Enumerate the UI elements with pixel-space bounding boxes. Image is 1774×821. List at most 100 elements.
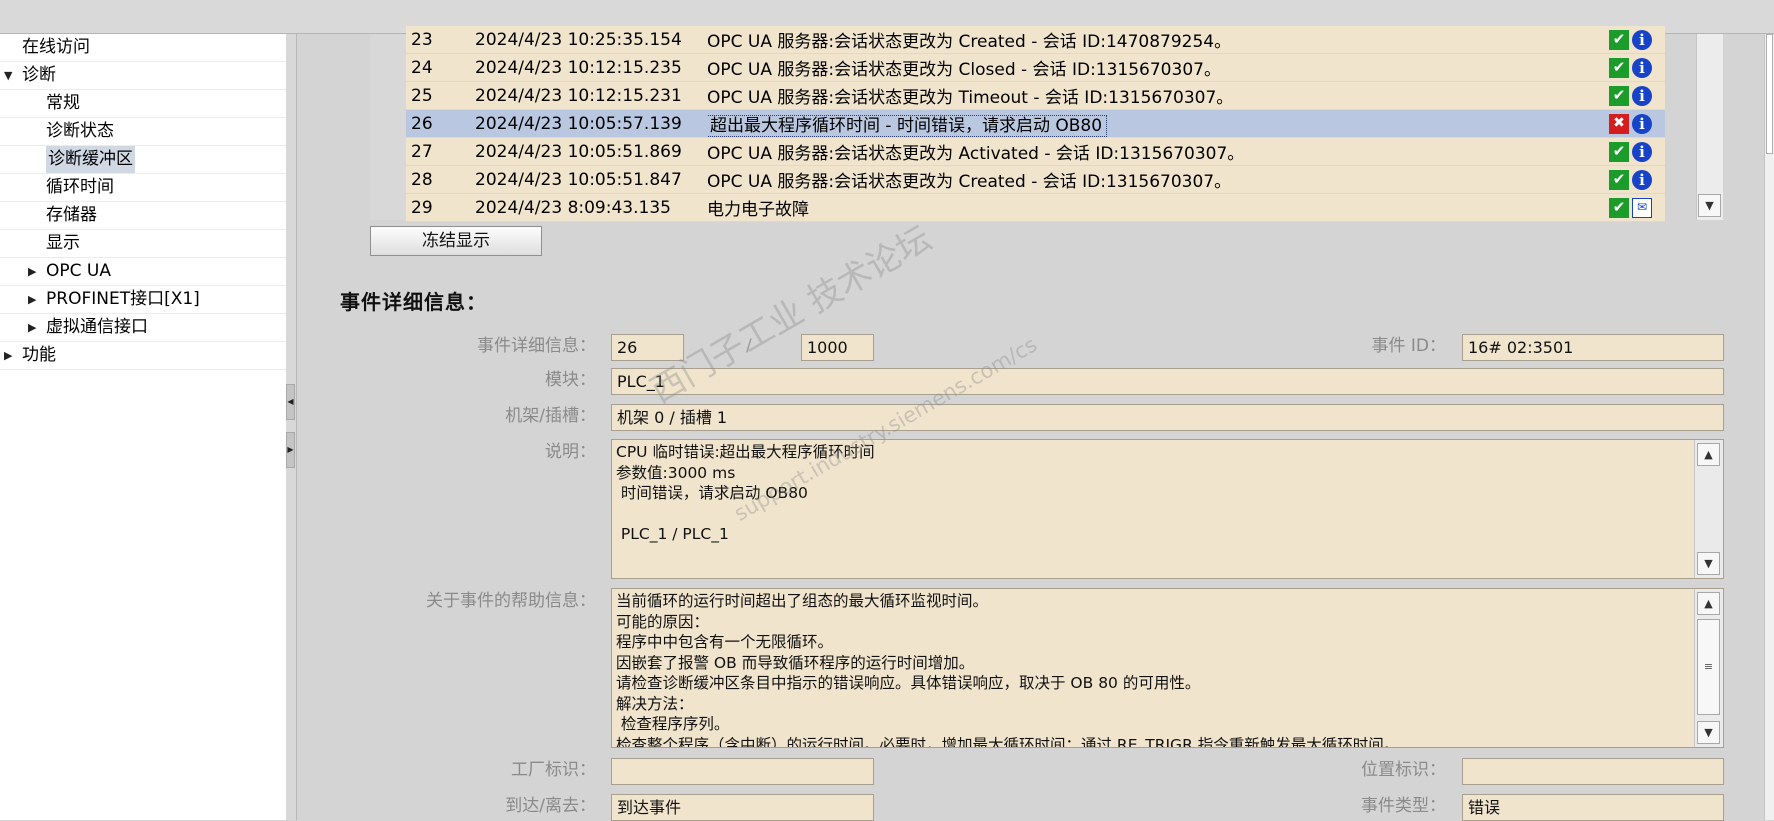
event-number-text: 23 bbox=[411, 29, 433, 50]
expand-arrow-icon[interactable]: ▶ bbox=[4, 342, 12, 369]
expand-right-icon[interactable]: ▶ bbox=[286, 432, 295, 468]
event-text: OPC UA 服务器:会话状态更改为 Closed - 会话 ID:131567… bbox=[707, 53, 1609, 82]
info-icon: i bbox=[1632, 169, 1652, 190]
nav-item[interactable]: 诊断缓冲区 bbox=[0, 146, 286, 174]
event-timestamp: 2024/4/23 10:12:15.231 bbox=[475, 81, 707, 110]
event-table: 23 2024/4/23 10:25:35.154 OPC UA 服务器:会话状态更… bbox=[406, 26, 1665, 222]
check-icon: ✔ bbox=[1609, 141, 1629, 162]
scroll-down-button[interactable]: ▼ bbox=[1697, 552, 1720, 575]
event-row[interactable]: 25 2024/4/23 10:12:15.231 OPC UA 服务器:会话状态更… bbox=[406, 81, 1665, 110]
nav-item-label: 显示 bbox=[46, 233, 80, 253]
scroll-down-button[interactable]: ▼ bbox=[1697, 721, 1720, 744]
event-text: OPC UA 服务器:会话状态更改为 Activated - 会话 ID:131… bbox=[707, 137, 1609, 166]
help-line: 请检查诊断缓冲区条目中指示的错误响应。具体错误响应，取决于 OB 80 的可用性… bbox=[616, 674, 1201, 692]
scroll-up-button[interactable]: ▲ bbox=[1697, 592, 1720, 615]
info-icon: i bbox=[1632, 113, 1652, 134]
expand-arrow-icon[interactable]: ▶ bbox=[28, 286, 36, 313]
scroll-up-button[interactable]: ▲ bbox=[1697, 443, 1720, 466]
location-id-field[interactable] bbox=[1462, 758, 1724, 785]
check-icon: ✔ bbox=[1609, 169, 1629, 190]
description-line bbox=[616, 504, 1693, 525]
event-row[interactable]: 23 2024/4/23 10:25:35.154 OPC UA 服务器:会话状态更… bbox=[406, 26, 1665, 54]
info-icon: i bbox=[1632, 29, 1652, 50]
plant-id-field[interactable] bbox=[611, 758, 874, 785]
event-text-text: OPC UA 服务器:会话状态更改为 Activated - 会话 ID:131… bbox=[707, 144, 1245, 164]
arrival-label: 到达/离去： bbox=[505, 796, 596, 816]
check-icon: ✔ bbox=[1609, 57, 1629, 78]
nav-item[interactable]: 显示 bbox=[0, 230, 286, 258]
collapse-left-icon[interactable]: ◀ bbox=[286, 384, 295, 420]
event-row[interactable]: 28 2024/4/23 10:05:51.847 OPC UA 服务器:会话状态更… bbox=[406, 165, 1665, 194]
help-box[interactable]: 当前循环的运行时间超出了组态的最大循环监视时间。 可能的原因： 程序中中包含有一个无… bbox=[611, 588, 1724, 748]
main-scrollbar[interactable] bbox=[1764, 34, 1774, 820]
scroll-down-button[interactable]: ▼ bbox=[1698, 194, 1721, 217]
wrench-error-icon: ✖ bbox=[1609, 113, 1629, 134]
help-scrollbar[interactable]: ▲ ≡ ▼ bbox=[1694, 589, 1723, 747]
event-number-text: 26 bbox=[411, 113, 433, 134]
rack-slot-label: 机架/插槽： bbox=[505, 406, 596, 426]
nav-item[interactable]: 诊断状态 bbox=[0, 118, 286, 146]
expand-arrow-icon[interactable]: ▶ bbox=[28, 258, 36, 285]
nav-item[interactable]: 循环时间 bbox=[0, 174, 286, 202]
check-icon: ✔ bbox=[1609, 85, 1629, 106]
event-timestamp: 2024/4/23 10:05:51.869 bbox=[475, 137, 707, 166]
help-line: 检查整个程序（含中断）的运行时间。必要时，增加最大循环时间；通过 RE_TRIG… bbox=[616, 735, 1400, 748]
location-id-label: 位置标识： bbox=[1361, 760, 1446, 780]
event-text: OPC UA 服务器:会话状态更改为 Created - 会话 ID:14708… bbox=[707, 26, 1609, 54]
event-text: OPC UA 服务器:会话状态更改为 Created - 会话 ID:13156… bbox=[707, 165, 1609, 194]
scroll-thumb[interactable]: ≡ bbox=[1697, 619, 1720, 715]
nav-item[interactable]: 存储器 bbox=[0, 202, 286, 230]
event-row[interactable]: 27 2024/4/23 10:05:51.869 OPC UA 服务器:会话状态更… bbox=[406, 137, 1665, 166]
nav-item-label: 诊断 bbox=[22, 65, 56, 85]
help-label: 关于事件的帮助信息： bbox=[426, 591, 596, 611]
event-timestamp-text: 2024/4/23 10:12:15.231 bbox=[475, 85, 682, 106]
description-line: CPU 临时错误:超出最大程序循环时间 bbox=[616, 443, 875, 461]
module-field: PLC_1 bbox=[611, 368, 1724, 395]
nav-item-label: 在线访问 bbox=[22, 37, 90, 57]
nav-item-label: 存储器 bbox=[46, 205, 97, 225]
description-line: 参数值:3000 ms bbox=[616, 463, 736, 482]
nav-item-label: 诊断状态 bbox=[46, 121, 114, 141]
description-box[interactable]: CPU 临时错误:超出最大程序循环时间 参数值:3000 ms 时间错误，请求启动… bbox=[611, 439, 1724, 579]
scroll-thumb[interactable] bbox=[1766, 34, 1773, 154]
nav-item[interactable]: ▼ 诊断 bbox=[0, 62, 286, 90]
event-timestamp-text: 2024/4/23 10:05:51.869 bbox=[475, 141, 682, 162]
row-header-column bbox=[370, 34, 406, 220]
help-line: 检查程序序列。 bbox=[616, 715, 730, 733]
nav-item[interactable]: 常规 bbox=[0, 90, 286, 118]
event-number: 24 bbox=[406, 53, 475, 82]
event-table-scrollbar[interactable]: ▼ bbox=[1696, 34, 1723, 220]
event-index-field[interactable]: 26 bbox=[611, 334, 684, 361]
event-number-text: 24 bbox=[411, 57, 433, 78]
help-line: 程序中中包含有一个无限循环。 bbox=[616, 633, 834, 651]
pane-splitter[interactable]: ◀ ▶ bbox=[286, 34, 297, 820]
freeze-display-button[interactable]: 冻结显示 bbox=[370, 226, 542, 256]
help-line: 可能的原因： bbox=[616, 612, 710, 631]
rack-slot-field: 机架 0 / 插槽 1 bbox=[611, 404, 1724, 431]
collapse-arrow-icon[interactable]: ▼ bbox=[4, 62, 12, 89]
nav-item[interactable]: ▶ 虚拟通信接口 bbox=[0, 314, 286, 342]
nav-item[interactable]: ▶ OPC UA bbox=[0, 258, 286, 286]
event-number: 29 bbox=[406, 193, 475, 222]
description-line: 时间错误，请求启动 OB80 bbox=[616, 484, 808, 502]
event-number: 28 bbox=[406, 165, 475, 194]
nav-item[interactable]: 在线访问 bbox=[0, 34, 286, 62]
event-status: ✔ i bbox=[1609, 137, 1665, 166]
nav-item-label: 循环时间 bbox=[46, 177, 114, 197]
description-scrollbar[interactable]: ▲ ▼ bbox=[1694, 440, 1723, 578]
help-line: 当前循环的运行时间超出了组态的最大循环监视时间。 bbox=[616, 592, 989, 610]
expand-arrow-icon[interactable]: ▶ bbox=[28, 314, 36, 341]
event-text-text: OPC UA 服务器:会话状态更改为 Closed - 会话 ID:131567… bbox=[707, 60, 1221, 80]
event-id-label: 事件 ID： bbox=[1371, 336, 1446, 356]
nav-item[interactable]: ▶ 功能 bbox=[0, 342, 286, 370]
nav-item-label: 诊断缓冲区 bbox=[46, 146, 135, 173]
event-status: ✔ ✉ bbox=[1609, 193, 1665, 222]
event-row[interactable]: 29 2024/4/23 8:09:43.135 电力电子故障 ✔ ✉ bbox=[406, 193, 1665, 222]
nav-item[interactable]: ▶ PROFINET接口[X1] bbox=[0, 286, 286, 314]
event-timestamp-text: 2024/4/23 8:09:43.135 bbox=[475, 197, 671, 218]
event-total-field: 1000 bbox=[801, 334, 874, 361]
event-row[interactable]: 24 2024/4/23 10:12:15.235 OPC UA 服务器:会话状态更… bbox=[406, 53, 1665, 82]
info-icon: i bbox=[1632, 57, 1652, 78]
event-row[interactable]: 26 2024/4/23 10:05:57.139 超出最大程序循环时间 - 时间错… bbox=[406, 109, 1665, 138]
check-icon: ✔ bbox=[1609, 197, 1629, 218]
